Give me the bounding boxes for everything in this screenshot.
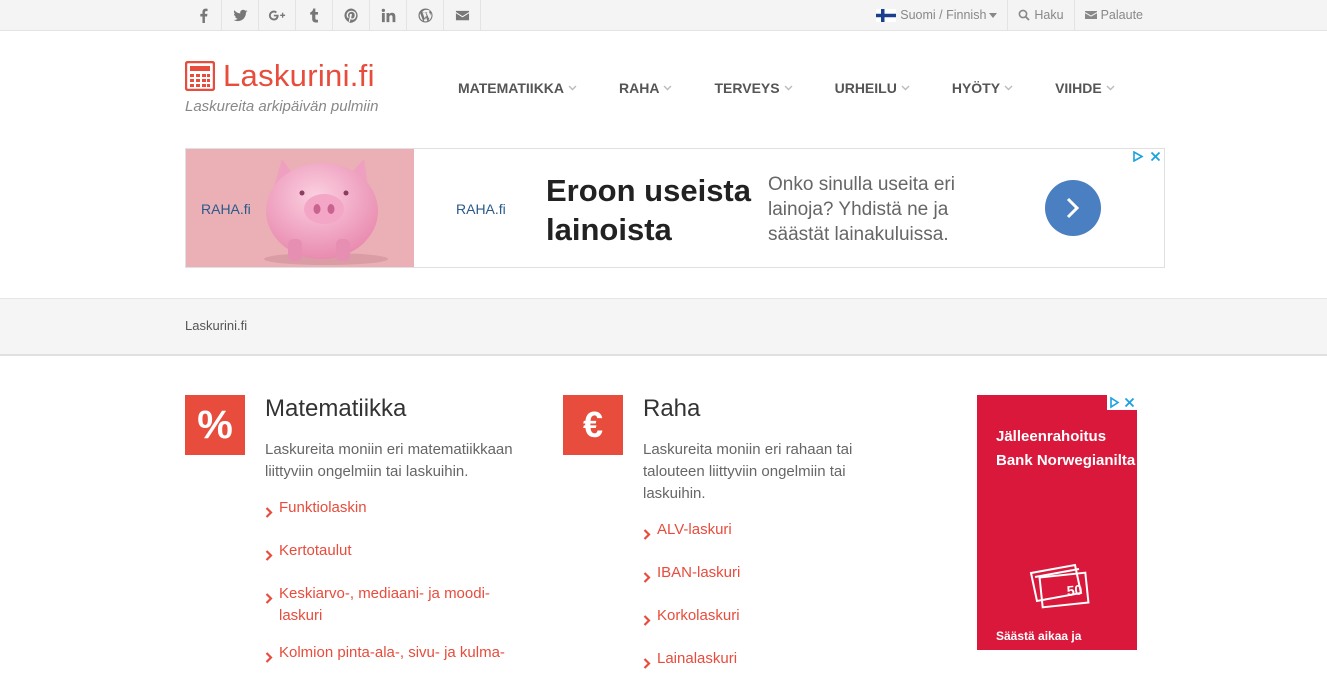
twitter-icon[interactable] [221,0,258,30]
ad-brand-logo: RAHA.fi [456,201,506,217]
chevron-right-icon [1066,197,1080,219]
nav-urheilu[interactable]: URHEILU [835,80,910,96]
percent-icon: % [185,395,245,455]
category-title[interactable]: Matematiikka [265,395,406,423]
link-label: Funktiolaskin [279,499,367,516]
link-item[interactable]: Keskiarvo-, mediaani- ja moodi-laskuri [265,583,535,627]
linkedin-icon[interactable] [369,0,406,30]
nav-label: MATEMATIIKKA [458,80,565,96]
language-label: Suomi / Finnish [900,8,987,22]
chevron-down-icon [568,85,577,91]
google-plus-icon[interactable] [258,0,295,30]
link-label: Kertotaulut [279,542,352,559]
chevron-down-icon [1106,85,1115,91]
chevron-right-icon [643,529,651,540]
chevron-right-icon [643,572,651,583]
search-label: Haku [1034,8,1064,22]
link-label: IBAN-laskuri [657,564,741,581]
language-selector[interactable]: Suomi / Finnish [866,0,1007,30]
link-item[interactable]: Korkolaskuri [643,605,913,633]
link-label: Lainalaskuri [657,650,738,667]
link-item[interactable]: ALV-laskuri [643,519,913,547]
cash-icon: 50 [1029,563,1090,609]
ad-choices[interactable] [1133,151,1161,162]
envelope-icon[interactable] [443,0,481,30]
site-logo[interactable]: Laskurini.fi [185,58,375,94]
euro-icon: € [563,395,623,455]
nav-hyoty[interactable]: HYÖTY [952,80,1013,96]
link-item[interactable]: Lainalaskuri [643,648,913,676]
chevron-right-icon [265,507,273,518]
finland-flag-icon [876,8,897,22]
close-icon[interactable] [1150,151,1161,162]
pinterest-icon[interactable] [332,0,369,30]
nav-viihde[interactable]: VIIHDE [1055,80,1115,96]
chevron-right-icon [265,652,273,663]
caret-down-icon [989,12,998,18]
chevron-down-icon [1004,85,1013,91]
category-description: Laskureita moniin eri matematiikkaan lii… [265,441,513,480]
close-icon[interactable] [1122,395,1137,410]
chevron-right-icon [265,550,273,561]
ad-choices-icon[interactable] [1107,395,1122,410]
breadcrumb-bar: Laskurini.fi [0,298,1327,356]
icon-symbol: % [197,402,233,447]
nav-matematiikka[interactable]: MATEMATIIKKA [458,80,577,96]
main-nav: MATEMATIIKKA RAHA TERVEYS URHEILU HYÖTY … [440,80,1115,96]
calculator-icon [185,61,215,91]
feedback-label: Palaute [1100,8,1143,22]
category-description: Laskureita moniin eri rahaan tai taloute… [643,441,853,502]
ad-choices[interactable] [1107,395,1137,410]
nav-label: URHEILU [834,80,897,96]
ad-choices-icon[interactable] [1133,151,1144,162]
top-bar: Suomi / Finnish Haku Palaute [0,0,1327,31]
top-right-menu: Suomi / Finnish Haku Palaute [866,0,1153,30]
side-ad-footer: Säästä aikaa ja [996,629,1082,643]
side-ad-headline: Jälleenrahoitus Bank Norwegianilta [996,428,1136,469]
facebook-icon[interactable] [185,0,221,30]
link-item[interactable]: Funktiolaskin [265,497,535,525]
ad-cta-button[interactable] [1045,180,1101,236]
nav-label: HYÖTY [951,80,1001,96]
wordpress-icon[interactable] [406,0,443,30]
ad-brand: RAHA.fi [201,201,251,217]
category-title[interactable]: Raha [643,395,700,423]
envelope-icon [1084,11,1097,19]
chevron-down-icon [784,85,793,91]
ad-image: RAHA.fi [186,149,414,267]
chevron-down-icon [901,85,910,91]
nav-label: VIIHDE [1055,80,1102,96]
link-label: ALV-laskuri [657,521,732,538]
nav-label: TERVEYS [714,80,780,96]
icon-symbol: € [582,404,604,445]
chevron-down-icon [663,85,672,91]
category-links: Funktiolaskin Kertotaulut Keskiarvo-, me… [265,497,535,685]
link-label: Kolmion pinta-ala-, sivu- ja kulma- [279,644,505,661]
tumblr-icon[interactable] [295,0,332,30]
link-item[interactable]: IBAN-laskuri [643,562,913,590]
link-item[interactable]: Kertotaulut [265,540,535,568]
breadcrumb[interactable]: Laskurini.fi [185,318,247,333]
logo-text: Laskurini.fi [223,58,375,93]
ad-banner[interactable]: RAHA.fi RAHA.fi Eroon useista lainoista … [185,148,1165,268]
site-tagline: Laskureita arkipäivän pulmiin [185,98,379,115]
ad-headline: Eroon useista lainoista [546,173,751,247]
chevron-right-icon [643,658,651,669]
category-links: ALV-laskuri IBAN-laskuri Korkolaskuri La… [643,519,913,691]
social-links [185,0,481,30]
ad-description: Onko sinulla useita eri lainoja? Yhdistä… [768,174,955,245]
nav-label: RAHA [619,80,660,96]
link-label: Keskiarvo-, mediaani- ja moodi-laskuri [279,585,490,624]
nav-terveys[interactable]: TERVEYS [714,80,793,96]
search-link[interactable]: Haku [1007,0,1073,30]
nav-raha[interactable]: RAHA [619,80,672,96]
side-ad[interactable]: Jälleenrahoitus Bank Norwegianilta 50 Sä… [977,395,1137,650]
cash-value: 50 [1066,581,1083,599]
search-icon [1019,9,1031,21]
feedback-link[interactable]: Palaute [1073,0,1153,30]
link-label: Korkolaskuri [657,607,740,624]
chevron-right-icon [265,593,273,604]
chevron-right-icon [643,615,651,626]
link-item[interactable]: Kolmion pinta-ala-, sivu- ja kulma- [265,642,535,670]
